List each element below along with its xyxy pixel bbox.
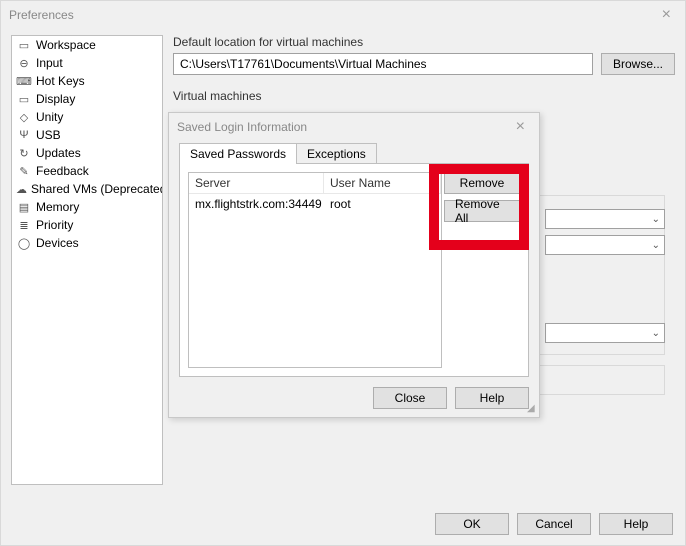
- default-location-input[interactable]: [173, 53, 593, 75]
- saved-login-dialog: Saved Login Information × Saved Password…: [168, 112, 540, 418]
- sidebar-item-devices[interactable]: ◯ Devices: [12, 234, 162, 252]
- sidebar-item-label: Display: [36, 92, 75, 106]
- sidebar-item-sharedvms[interactable]: ☁ Shared VMs (Deprecated): [12, 180, 162, 198]
- combo-2[interactable]: ⌄: [545, 235, 665, 255]
- hotkeys-icon: ⌨: [16, 74, 32, 88]
- sidebar-item-usb[interactable]: Ψ USB: [12, 126, 162, 144]
- sidebar-item-label: Priority: [36, 218, 73, 232]
- sidebar-item-label: Unity: [36, 110, 63, 124]
- titlebar: Preferences ×: [1, 1, 685, 29]
- sidebar-item-unity[interactable]: ◇ Unity: [12, 108, 162, 126]
- tabstrip: Saved Passwords Exceptions: [179, 143, 376, 164]
- tab-exceptions[interactable]: Exceptions: [296, 143, 377, 164]
- priority-icon: ≣: [16, 218, 32, 232]
- sidebar-item-updates[interactable]: ↻ Updates: [12, 144, 162, 162]
- updates-icon: ↻: [16, 146, 32, 160]
- cancel-button[interactable]: Cancel: [517, 513, 591, 535]
- remove-all-button[interactable]: Remove All: [444, 200, 520, 222]
- sidebar-item-label: Input: [36, 56, 63, 70]
- saved-passwords-list: Server User Name mx.flightstrk.com:34449…: [188, 172, 442, 368]
- sidebar-item-hotkeys[interactable]: ⌨ Hot Keys: [12, 72, 162, 90]
- combo-3[interactable]: ⌄: [545, 323, 665, 343]
- devices-icon: ◯: [16, 236, 32, 250]
- resize-grip-icon[interactable]: ◢: [527, 405, 537, 415]
- window-title: Preferences: [9, 8, 656, 22]
- sidebar-item-label: Memory: [36, 200, 79, 214]
- default-location-label: Default location for virtual machines: [173, 35, 675, 49]
- tab-saved-passwords[interactable]: Saved Passwords: [179, 143, 297, 164]
- modal-bottom-buttons: Close Help: [373, 387, 529, 409]
- sidebar: ▭ Workspace ⊖ Input ⌨ Hot Keys ▭ Display ◇ Un…: [11, 35, 163, 485]
- virtual-machines-label: Virtual machines: [173, 89, 675, 103]
- close-icon[interactable]: ×: [510, 118, 531, 136]
- sidebar-item-input[interactable]: ⊖ Input: [12, 54, 162, 72]
- sidebar-item-label: Updates: [36, 146, 81, 160]
- sidebar-item-label: Devices: [36, 236, 79, 250]
- display-icon: ▭: [16, 92, 32, 106]
- help-button[interactable]: Help: [599, 513, 673, 535]
- sharedvms-icon: ☁: [16, 182, 27, 196]
- browse-button[interactable]: Browse...: [601, 53, 675, 75]
- sidebar-item-priority[interactable]: ≣ Priority: [12, 216, 162, 234]
- modal-help-button[interactable]: Help: [455, 387, 529, 409]
- close-icon[interactable]: ×: [656, 6, 677, 24]
- modal-title: Saved Login Information: [177, 120, 510, 134]
- sidebar-item-label: Shared VMs (Deprecated): [31, 182, 163, 196]
- list-row[interactable]: mx.flightstrk.com:34449 root: [189, 194, 441, 214]
- usb-icon: Ψ: [16, 128, 32, 142]
- chevron-down-icon: ⌄: [652, 214, 660, 225]
- cell-server: mx.flightstrk.com:34449: [189, 194, 324, 214]
- input-icon: ⊖: [16, 56, 32, 70]
- feedback-icon: ✎: [16, 164, 32, 178]
- close-button[interactable]: Close: [373, 387, 447, 409]
- sidebar-item-display[interactable]: ▭ Display: [12, 90, 162, 108]
- sidebar-item-label: Hot Keys: [36, 74, 85, 88]
- sidebar-item-feedback[interactable]: ✎ Feedback: [12, 162, 162, 180]
- chevron-down-icon: ⌄: [652, 328, 660, 339]
- sidebar-item-label: Workspace: [36, 38, 96, 52]
- remove-button[interactable]: Remove: [444, 172, 520, 194]
- cell-username: root: [324, 194, 441, 214]
- side-buttons: Remove Remove All: [444, 172, 520, 222]
- combo-1[interactable]: ⌄: [545, 209, 665, 229]
- bottom-buttons: OK Cancel Help: [435, 513, 673, 535]
- location-row: Browse...: [173, 53, 675, 75]
- ok-button[interactable]: OK: [435, 513, 509, 535]
- sidebar-item-label: Feedback: [36, 164, 89, 178]
- chevron-down-icon: ⌄: [652, 240, 660, 251]
- modal-titlebar: Saved Login Information ×: [169, 113, 539, 141]
- tab-panel: Server User Name mx.flightstrk.com:34449…: [179, 163, 529, 377]
- memory-icon: ▤: [16, 200, 32, 214]
- list-header: Server User Name: [189, 173, 441, 194]
- unity-icon: ◇: [16, 110, 32, 124]
- column-server[interactable]: Server: [189, 173, 324, 193]
- sidebar-item-memory[interactable]: ▤ Memory: [12, 198, 162, 216]
- sidebar-item-label: USB: [36, 128, 61, 142]
- workspace-icon: ▭: [16, 38, 32, 52]
- main-area: Default location for virtual machines Br…: [173, 35, 675, 103]
- column-username[interactable]: User Name: [324, 173, 441, 193]
- sidebar-item-workspace[interactable]: ▭ Workspace: [12, 36, 162, 54]
